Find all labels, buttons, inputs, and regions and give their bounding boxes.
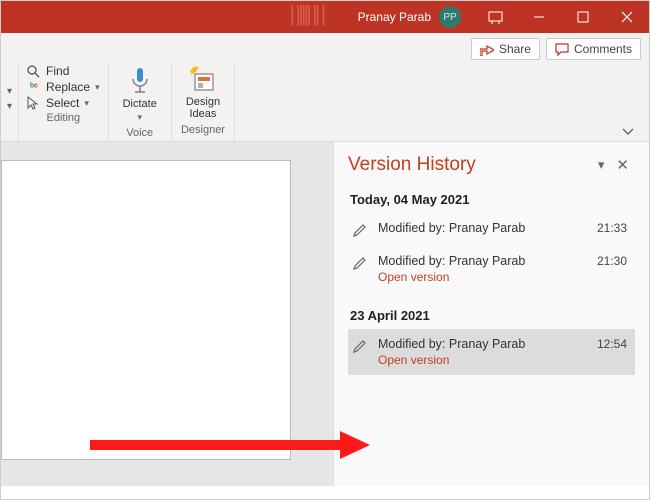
voice-group-label: Voice — [126, 127, 153, 139]
pencil-icon — [352, 256, 368, 271]
version-time: 21:30 — [597, 254, 627, 268]
design-ideas-icon — [190, 66, 216, 94]
ribbon: Share Comments ▾ ▾ Find — [1, 33, 649, 142]
section-heading: Today, 04 May 2021 — [350, 192, 635, 207]
split-dropdown-2[interactable]: ▾ — [7, 101, 12, 112]
find-icon — [27, 65, 41, 78]
slide[interactable] — [1, 160, 291, 460]
version-item[interactable]: Modified by: Pranay Parab 21:33 — [348, 213, 635, 246]
version-item[interactable]: Modified by: Pranay Parab 21:30 Open versi… — [348, 246, 635, 292]
title-decoration: | ||||| || | — [290, 1, 324, 27]
select-button[interactable]: Select ▾ — [27, 96, 100, 110]
ribbon-display-options-button[interactable] — [473, 1, 517, 33]
replace-button[interactable]: ᵇᶜ Replace ▾ — [27, 80, 100, 94]
designer-group-label: Designer — [181, 124, 225, 136]
title-bar: | ||||| || | Pranay Parab PP — [1, 1, 649, 33]
panel-title: Version History — [348, 154, 476, 176]
dictate-button[interactable]: Dictate ▾ — [117, 64, 163, 125]
design-ideas-label: DesignIdeas — [186, 96, 220, 120]
collapse-ribbon-button[interactable] — [613, 123, 643, 141]
designer-group: DesignIdeas Designer — [172, 64, 235, 141]
find-button[interactable]: Find — [27, 64, 100, 78]
pencil-icon — [352, 223, 368, 238]
split-dropdown[interactable]: ▾ — [7, 86, 12, 97]
microphone-icon — [129, 66, 151, 96]
comments-button[interactable]: Comments — [546, 38, 641, 60]
workspace: Version History ▾ ✕ Today, 04 May 2021 Mo… — [1, 142, 649, 486]
share-icon — [480, 43, 494, 56]
voice-group: Dictate ▾ Voice — [109, 64, 172, 141]
find-label: Find — [46, 64, 69, 78]
design-ideas-button[interactable]: DesignIdeas — [180, 64, 226, 122]
share-label: Share — [499, 42, 531, 56]
dictate-dropdown-icon[interactable]: ▾ — [137, 112, 142, 123]
user-avatar[interactable]: PP — [439, 6, 461, 28]
panel-close-button[interactable]: ✕ — [610, 154, 635, 176]
version-text: Modified by: Pranay Parab — [378, 221, 525, 235]
open-version-link[interactable]: Open version — [378, 353, 627, 367]
user-name: Pranay Parab — [358, 10, 431, 24]
select-label: Select — [46, 96, 79, 110]
replace-icon: ᵇᶜ — [27, 82, 41, 93]
editing-group: Find ᵇᶜ Replace ▾ Select ▾ — [19, 64, 109, 141]
version-text: Modified by: Pranay Parab — [378, 337, 525, 351]
version-time: 12:54 — [597, 337, 627, 351]
comments-label: Comments — [574, 42, 632, 56]
comments-icon — [555, 43, 569, 56]
replace-dropdown-icon[interactable]: ▾ — [95, 82, 100, 93]
editing-group-label: Editing — [46, 112, 80, 124]
minimize-button[interactable] — [517, 1, 561, 33]
maximize-button[interactable] — [561, 1, 605, 33]
replace-label: Replace — [46, 80, 90, 94]
select-icon — [27, 96, 41, 110]
version-history-panel: Version History ▾ ✕ Today, 04 May 2021 Mo… — [333, 142, 649, 486]
version-item[interactable]: Modified by: Pranay Parab 12:54 Open versi… — [348, 329, 635, 375]
version-time: 21:33 — [597, 221, 627, 235]
select-dropdown-icon[interactable]: ▾ — [84, 98, 89, 109]
slide-canvas-area — [1, 142, 333, 486]
section-heading: 23 April 2021 — [350, 308, 635, 323]
share-button[interactable]: Share — [471, 38, 540, 60]
dictate-label: Dictate — [123, 98, 157, 110]
open-version-link[interactable]: Open version — [378, 270, 627, 284]
version-text: Modified by: Pranay Parab — [378, 254, 525, 268]
pencil-icon — [352, 339, 368, 354]
close-window-button[interactable] — [605, 1, 649, 33]
panel-options-button[interactable]: ▾ — [592, 155, 611, 175]
